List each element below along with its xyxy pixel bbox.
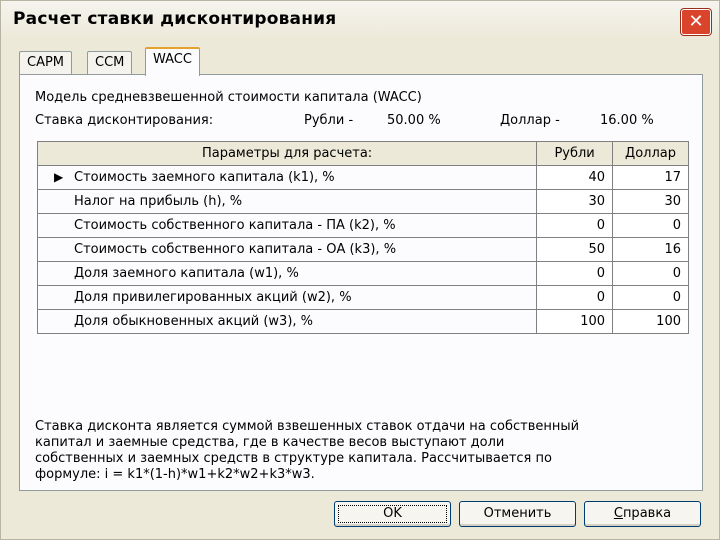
help-button-label: правка bbox=[622, 506, 672, 521]
rub-cell[interactable]: 50 bbox=[536, 237, 614, 262]
usd-rate-value: 16.00 % bbox=[600, 113, 654, 128]
close-icon[interactable]: ✕ bbox=[681, 9, 711, 35]
header-usd: Доллар bbox=[612, 141, 689, 166]
discount-rate-label: Ставка дисконтирования: bbox=[35, 113, 214, 128]
usd-cell[interactable]: 100 bbox=[612, 309, 689, 334]
description-line: Ставка дисконта является суммой взвешенн… bbox=[35, 419, 580, 434]
rub-cell[interactable]: 100 bbox=[536, 309, 614, 334]
window-title: Расчет ставки дисконтирования bbox=[13, 9, 337, 29]
grid-header-row: Параметры для расчета: Рубли Доллар bbox=[36, 141, 689, 166]
description-line: собственных и заемных средств в структур… bbox=[35, 451, 552, 466]
row-label: Стоимость собственного капитала - ОА (k3… bbox=[36, 237, 538, 262]
table-row[interactable]: Стоимость собственного капитала - ОА (k3… bbox=[36, 237, 689, 262]
row-label: Доля обыкновенных акций (w3), % bbox=[36, 309, 538, 334]
row-label: Доля заемного капитала (w1), % bbox=[36, 261, 538, 286]
tab-ccm[interactable]: CCM bbox=[87, 51, 133, 75]
parameters-grid: Параметры для расчета: Рубли Доллар ▶ Сто… bbox=[36, 141, 689, 334]
description-line: формуле: i = k1*(1-h)*w1+k2*w2+k3*w3. bbox=[35, 467, 315, 482]
usd-cell[interactable]: 0 bbox=[612, 285, 689, 310]
cancel-button[interactable]: Отменить bbox=[459, 501, 576, 527]
rub-cell[interactable]: 40 bbox=[536, 165, 614, 190]
table-row[interactable]: Доля привилегированных акций (w2), % 0 0 bbox=[36, 285, 689, 310]
help-button[interactable]: Справка bbox=[584, 501, 701, 527]
rub-cell[interactable]: 0 bbox=[536, 285, 614, 310]
tab-capm[interactable]: CAPM bbox=[19, 51, 73, 75]
header-rub: Рубли bbox=[536, 141, 614, 166]
row-label-text: Стоимость заемного капитала (k1), % bbox=[74, 170, 335, 185]
ok-button[interactable]: OK bbox=[334, 501, 451, 527]
tab-wacc[interactable]: WACC bbox=[145, 47, 200, 76]
usd-cell[interactable]: 0 bbox=[612, 213, 689, 238]
table-row[interactable]: Доля обыкновенных акций (w3), % 100 100 bbox=[36, 309, 689, 334]
rub-cell[interactable]: 0 bbox=[536, 261, 614, 286]
rub-cell[interactable]: 0 bbox=[536, 213, 614, 238]
help-accelerator: С bbox=[613, 506, 623, 521]
rub-rate-label: Рубли - bbox=[304, 113, 354, 128]
row-label: ▶ Стоимость заемного капитала (k1), % bbox=[36, 165, 538, 190]
row-label: Налог на прибыль (h), % bbox=[36, 189, 538, 214]
current-row-indicator-icon: ▶ bbox=[54, 170, 64, 184]
dialog-window: Расчет ставки дисконтирования ✕ CAPM CCM… bbox=[0, 0, 720, 540]
title-bar: Расчет ставки дисконтирования ✕ bbox=[1, 1, 719, 41]
rub-rate-value: 50.00 % bbox=[387, 113, 441, 128]
table-row[interactable]: Доля заемного капитала (w1), % 0 0 bbox=[36, 261, 689, 286]
usd-cell[interactable]: 16 bbox=[612, 237, 689, 262]
row-label: Доля привилегированных акций (w2), % bbox=[36, 285, 538, 310]
usd-rate-label: Доллар - bbox=[500, 113, 560, 128]
focus-rectangle bbox=[338, 505, 447, 523]
model-title: Модель средневзвешенной стоимости капита… bbox=[35, 90, 422, 105]
wacc-panel: Модель средневзвешенной стоимости капита… bbox=[19, 74, 703, 491]
usd-cell[interactable]: 17 bbox=[612, 165, 689, 190]
usd-cell[interactable]: 0 bbox=[612, 261, 689, 286]
usd-cell[interactable]: 30 bbox=[612, 189, 689, 214]
table-row[interactable]: Стоимость собственного капитала - ПА (k2… bbox=[36, 213, 689, 238]
header-parameters: Параметры для расчета: bbox=[36, 141, 538, 166]
rub-cell[interactable]: 30 bbox=[536, 189, 614, 214]
description-text: Ставка дисконта является суммой взвешенн… bbox=[35, 419, 695, 483]
table-row[interactable]: ▶ Стоимость заемного капитала (k1), % 40 … bbox=[36, 165, 689, 190]
table-row[interactable]: Налог на прибыль (h), % 30 30 bbox=[36, 189, 689, 214]
description-line: капитал и заемные средства, где в качест… bbox=[35, 435, 505, 450]
row-label: Стоимость собственного капитала - ПА (k2… bbox=[36, 213, 538, 238]
